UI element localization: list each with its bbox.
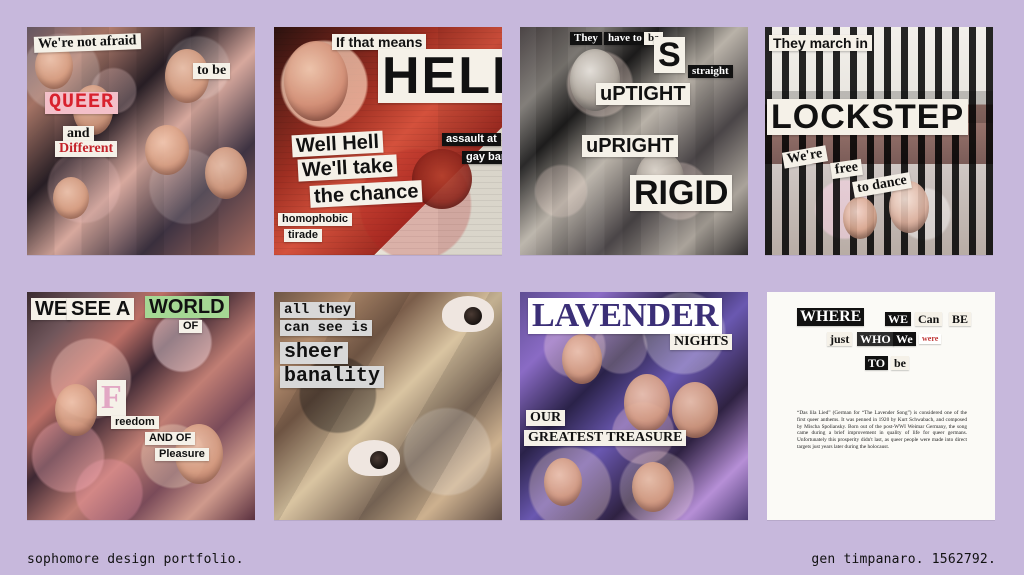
card-label: WORLD (145, 296, 229, 318)
card-label: have to (604, 32, 646, 45)
card-label: can see is (280, 320, 373, 336)
card-label: They (570, 32, 602, 45)
collage-face (624, 374, 670, 432)
card-label: LOCKSTEP (767, 99, 969, 135)
card-label: WE (31, 298, 72, 320)
collage-card-5: WE SEE A WORLD OF F reedom AND OF Pleasu… (27, 292, 255, 520)
card-label: tirade (284, 229, 322, 242)
collage-eye (442, 296, 494, 332)
card-label: S (654, 37, 685, 73)
collage-card-7: LAVENDER NIGHTS OUR GREATEST TREASURE (520, 292, 748, 520)
card-label: gay bar (462, 151, 502, 164)
collage-eye (348, 440, 400, 476)
collage-face (843, 197, 877, 239)
card-label: Different (55, 141, 118, 157)
card-label: homophobic (278, 213, 352, 226)
card-label: RIGID (630, 175, 733, 211)
collage-face (205, 147, 247, 199)
card-label: OUR (526, 410, 566, 426)
card-paragraph: “Das lila Lied” (German for “The Lavende… (797, 410, 967, 450)
collage-face (632, 462, 674, 512)
card-label: be (891, 356, 909, 370)
footer-right: gen timpanaro. 1562792. (811, 552, 996, 567)
card-label: reedom (111, 416, 159, 429)
card-label: They march in (769, 35, 872, 51)
collage-paper (767, 292, 995, 520)
card-label: Pleasure (155, 448, 209, 461)
collage-card-1: We're not afraid to be QUEER and Differe… (27, 27, 255, 255)
card-label: We (893, 332, 916, 346)
card-label: WE (885, 312, 912, 326)
collage-face (284, 41, 348, 121)
card-label: WHO (857, 332, 894, 346)
card-label: QUEER (45, 92, 119, 114)
card-label: WHERE (797, 308, 865, 326)
collage-card-4: They march in LOCKSTEP We're free to dan… (765, 27, 993, 255)
card-label: NIGHTS (670, 334, 733, 350)
card-label: BE (949, 312, 972, 326)
card-label: uPRIGHT (582, 135, 678, 157)
card-label: assault at (442, 133, 501, 146)
footer-left: sophomore design portfolio. (27, 552, 244, 567)
card-label: GREATEST TREASURE (524, 430, 687, 446)
collage-card-3: They have to be S straight uPTIGHT uPRIG… (520, 27, 748, 255)
collage-card-2: If that means HELL Well Hell We'll take … (274, 27, 502, 255)
card-label: SEE A (67, 298, 135, 320)
card-label: OF (179, 320, 203, 333)
collage-face (53, 177, 89, 219)
card-label: and (63, 126, 94, 142)
card-label: F (97, 380, 126, 416)
collage-face (544, 458, 582, 506)
collage-background (765, 27, 993, 255)
card-label: all they (280, 302, 356, 318)
collage-card-8: WHERE WE Can BE just WHO We were TO be “… (767, 292, 995, 520)
collage-face (562, 334, 602, 384)
card-label: HELL (378, 49, 502, 103)
card-label: LAVENDER (528, 298, 723, 334)
card-label: uPTIGHT (596, 83, 690, 105)
card-label: sheer (280, 342, 349, 364)
collage-face (145, 125, 189, 175)
card-label: just (827, 332, 853, 346)
card-label: straight (688, 65, 733, 78)
card-label: Can (915, 312, 943, 326)
card-label: to be (193, 63, 231, 79)
collage-card-6: all they can see is sheer banality (274, 292, 502, 520)
card-label: TO (865, 356, 889, 370)
card-label: AND OF (145, 432, 196, 445)
card-label: banality (280, 366, 385, 388)
card-label: were (919, 334, 942, 344)
collage-face (55, 384, 97, 436)
